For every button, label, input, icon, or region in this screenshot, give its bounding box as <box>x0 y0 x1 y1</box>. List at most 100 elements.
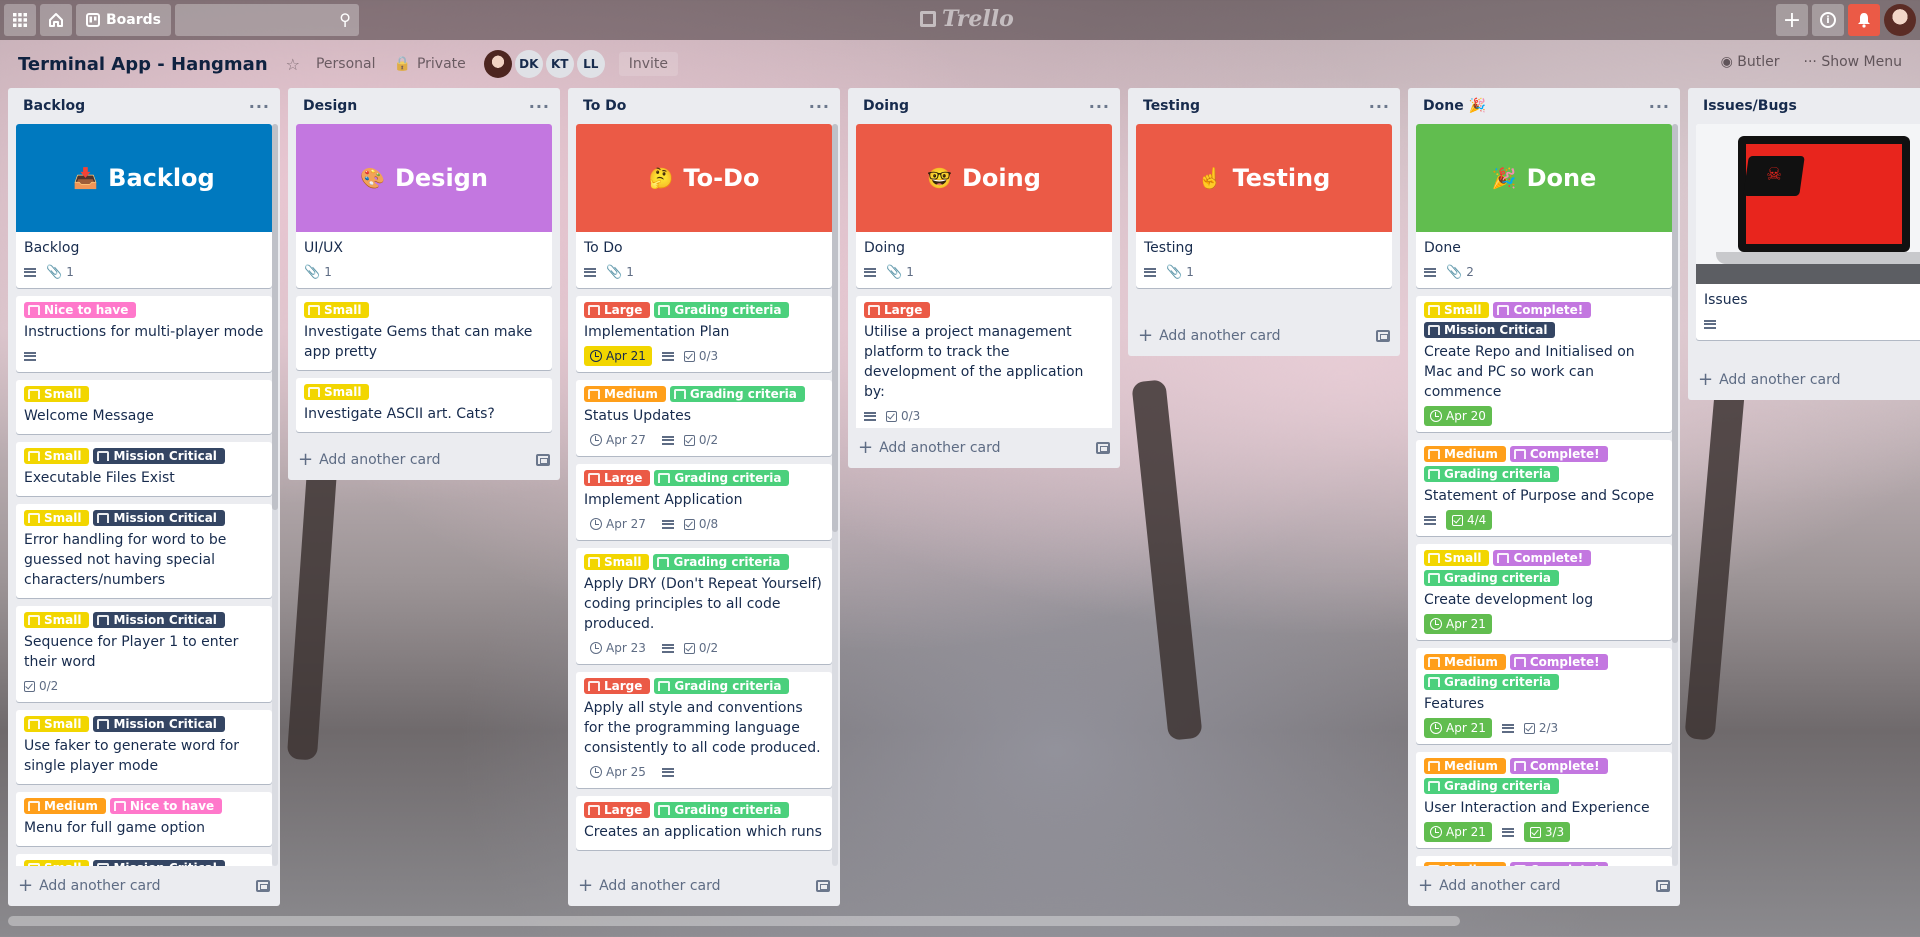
card[interactable]: Small Investigate ASCII art. Cats? <box>296 378 552 432</box>
label-grading[interactable]: Grading criteria <box>654 470 790 486</box>
card[interactable]: Large Grading criteria Implementation Plan… <box>576 296 832 372</box>
card[interactable]: Medium Complete! Grading criteria Features A… <box>1416 648 1672 744</box>
more-options-icon[interactable]: ··· <box>1649 97 1670 116</box>
card[interactable]: 🤓 Doing Doing 📎 1 <box>856 124 1112 288</box>
card[interactable]: 🎨 Design UI/UX 📎 1 <box>296 124 552 288</box>
card[interactable]: 🤔 To-Do To Do 📎 1 <box>576 124 832 288</box>
label-medium[interactable]: Medium <box>24 798 106 814</box>
list-header[interactable]: To Do ··· <box>568 88 840 124</box>
label-mission[interactable]: Mission Critical <box>93 510 225 526</box>
label-mission[interactable]: Mission Critical <box>93 860 225 866</box>
label-grading[interactable]: Grading criteria <box>1424 466 1560 482</box>
label-grading[interactable]: Grading criteria <box>1424 778 1560 794</box>
list-header[interactable]: Design ··· <box>288 88 560 124</box>
search-input[interactable]: ⚲ <box>175 4 359 36</box>
card[interactable]: Nice to have Instructions for multi-playe… <box>16 296 272 372</box>
add-card-button[interactable]: + Add another card <box>298 451 441 469</box>
trello-logo[interactable]: Trello <box>920 6 1014 32</box>
label-small[interactable]: Small <box>1424 302 1490 318</box>
label-large[interactable]: Large <box>584 802 651 818</box>
member-avatar-photo[interactable] <box>483 50 512 78</box>
due-date-badge[interactable]: Apr 20 <box>1424 406 1492 426</box>
card[interactable]: Large Grading criteria Apply all style and… <box>576 672 832 788</box>
due-date-badge[interactable]: Apr 27 <box>584 430 652 450</box>
card[interactable]: Medium Complete! Grading criteria User Inte… <box>1416 752 1672 848</box>
list-title[interactable]: Doing <box>863 98 909 114</box>
due-date-badge[interactable]: Apr 21 <box>584 346 652 366</box>
privacy-button[interactable]: 🔒 Private <box>394 56 466 72</box>
invite-button[interactable]: Invite <box>618 52 679 76</box>
more-options-icon[interactable]: ··· <box>1089 97 1110 116</box>
card-template-icon[interactable] <box>1376 330 1390 342</box>
card[interactable]: Small Complete! Grading criteria Create dev… <box>1416 544 1672 640</box>
label-small[interactable]: Small <box>24 386 90 402</box>
label-complete[interactable]: Complete! <box>1493 550 1592 566</box>
list-title[interactable]: Testing <box>1143 98 1200 114</box>
apps-grid-icon[interactable] <box>4 4 36 36</box>
card[interactable]: Small Mission Critical <box>16 854 272 866</box>
label-small[interactable]: Small <box>584 554 650 570</box>
card[interactable]: 🎉 Done Done 📎 2 <box>1416 124 1672 288</box>
list-scrollbar-thumb[interactable] <box>272 124 278 510</box>
label-large[interactable]: Large <box>584 470 651 486</box>
label-medium[interactable]: Medium <box>1424 654 1506 670</box>
add-card-button[interactable]: + Add another card <box>1138 327 1281 345</box>
card[interactable]: 📥 Backlog Backlog 📎 1 <box>16 124 272 288</box>
card[interactable]: Small Mission Critical Error handling for … <box>16 504 272 598</box>
list-header[interactable]: Done 🎉 ··· <box>1408 88 1680 124</box>
label-medium[interactable]: Medium <box>1424 862 1506 866</box>
list-title[interactable]: Issues/Bugs <box>1703 98 1797 114</box>
more-options-icon[interactable]: ··· <box>1369 97 1390 116</box>
board-title[interactable]: Terminal App - Hangman <box>18 54 268 75</box>
card[interactable]: Large Grading criteria Creates an applicat… <box>576 796 832 850</box>
label-small[interactable]: Small <box>24 612 90 628</box>
card[interactable]: Medium Grading criteria Status Updates Apr … <box>576 380 832 456</box>
card[interactable]: Small Mission Critical Executable Files Ex… <box>16 442 272 496</box>
more-options-icon[interactable]: ··· <box>529 97 550 116</box>
list-title[interactable]: Backlog <box>23 98 85 114</box>
label-mission[interactable]: Mission Critical <box>93 612 225 628</box>
member-avatar[interactable]: KT <box>545 50 574 78</box>
label-medium[interactable]: Medium <box>584 386 666 402</box>
info-button[interactable]: i <box>1812 4 1844 36</box>
list-title[interactable]: Done 🎉 <box>1423 98 1486 114</box>
label-grading[interactable]: Grading criteria <box>654 802 790 818</box>
home-button[interactable] <box>40 4 72 36</box>
label-small[interactable]: Small <box>304 384 370 400</box>
butler-button[interactable]: ◉ Butler <box>1721 54 1780 70</box>
list-header[interactable]: Testing ··· <box>1128 88 1400 124</box>
label-large[interactable]: Large <box>864 302 931 318</box>
card-template-icon[interactable] <box>536 454 550 466</box>
user-avatar[interactable] <box>1884 4 1916 36</box>
label-grading[interactable]: Grading criteria <box>1424 570 1560 586</box>
member-avatar[interactable]: LL <box>576 50 605 78</box>
card[interactable]: ☝️ Testing Testing 📎 1 <box>1136 124 1392 288</box>
label-complete[interactable]: Complete! <box>1509 862 1608 866</box>
list-header[interactable]: Backlog ··· <box>8 88 280 124</box>
label-mission[interactable]: Mission Critical <box>93 448 225 464</box>
label-small[interactable]: Small <box>24 448 90 464</box>
card[interactable]: Small Investigate Gems that can make app … <box>296 296 552 370</box>
show-menu-button[interactable]: ··· Show Menu <box>1804 54 1902 70</box>
label-grading[interactable]: Grading criteria <box>669 386 805 402</box>
due-date-badge[interactable]: Apr 25 <box>584 762 652 782</box>
label-grading[interactable]: Grading criteria <box>653 554 789 570</box>
card-template-icon[interactable] <box>256 880 270 892</box>
label-nice[interactable]: Nice to have <box>109 798 223 814</box>
label-complete[interactable]: Complete! <box>1509 446 1608 462</box>
label-medium[interactable]: Medium <box>1424 446 1506 462</box>
more-options-icon[interactable]: ··· <box>809 97 830 116</box>
list-scrollbar-thumb[interactable] <box>1672 124 1678 644</box>
label-small[interactable]: Small <box>24 716 90 732</box>
more-options-icon[interactable]: ··· <box>249 97 270 116</box>
list-header[interactable]: Doing ··· <box>848 88 1120 124</box>
card-template-icon[interactable] <box>1656 880 1670 892</box>
add-card-button[interactable]: + Add another card <box>858 439 1001 457</box>
due-date-badge[interactable]: Apr 21 <box>1424 614 1492 634</box>
card[interactable]: Small Grading criteria Apply DRY (Don't Re… <box>576 548 832 664</box>
card[interactable]: Small Welcome Message <box>16 380 272 434</box>
label-small[interactable]: Small <box>24 860 90 866</box>
label-small[interactable]: Small <box>24 510 90 526</box>
card[interactable]: Medium Nice to have Menu for full game opt… <box>16 792 272 846</box>
list-scrollbar-thumb[interactable] <box>832 124 838 533</box>
